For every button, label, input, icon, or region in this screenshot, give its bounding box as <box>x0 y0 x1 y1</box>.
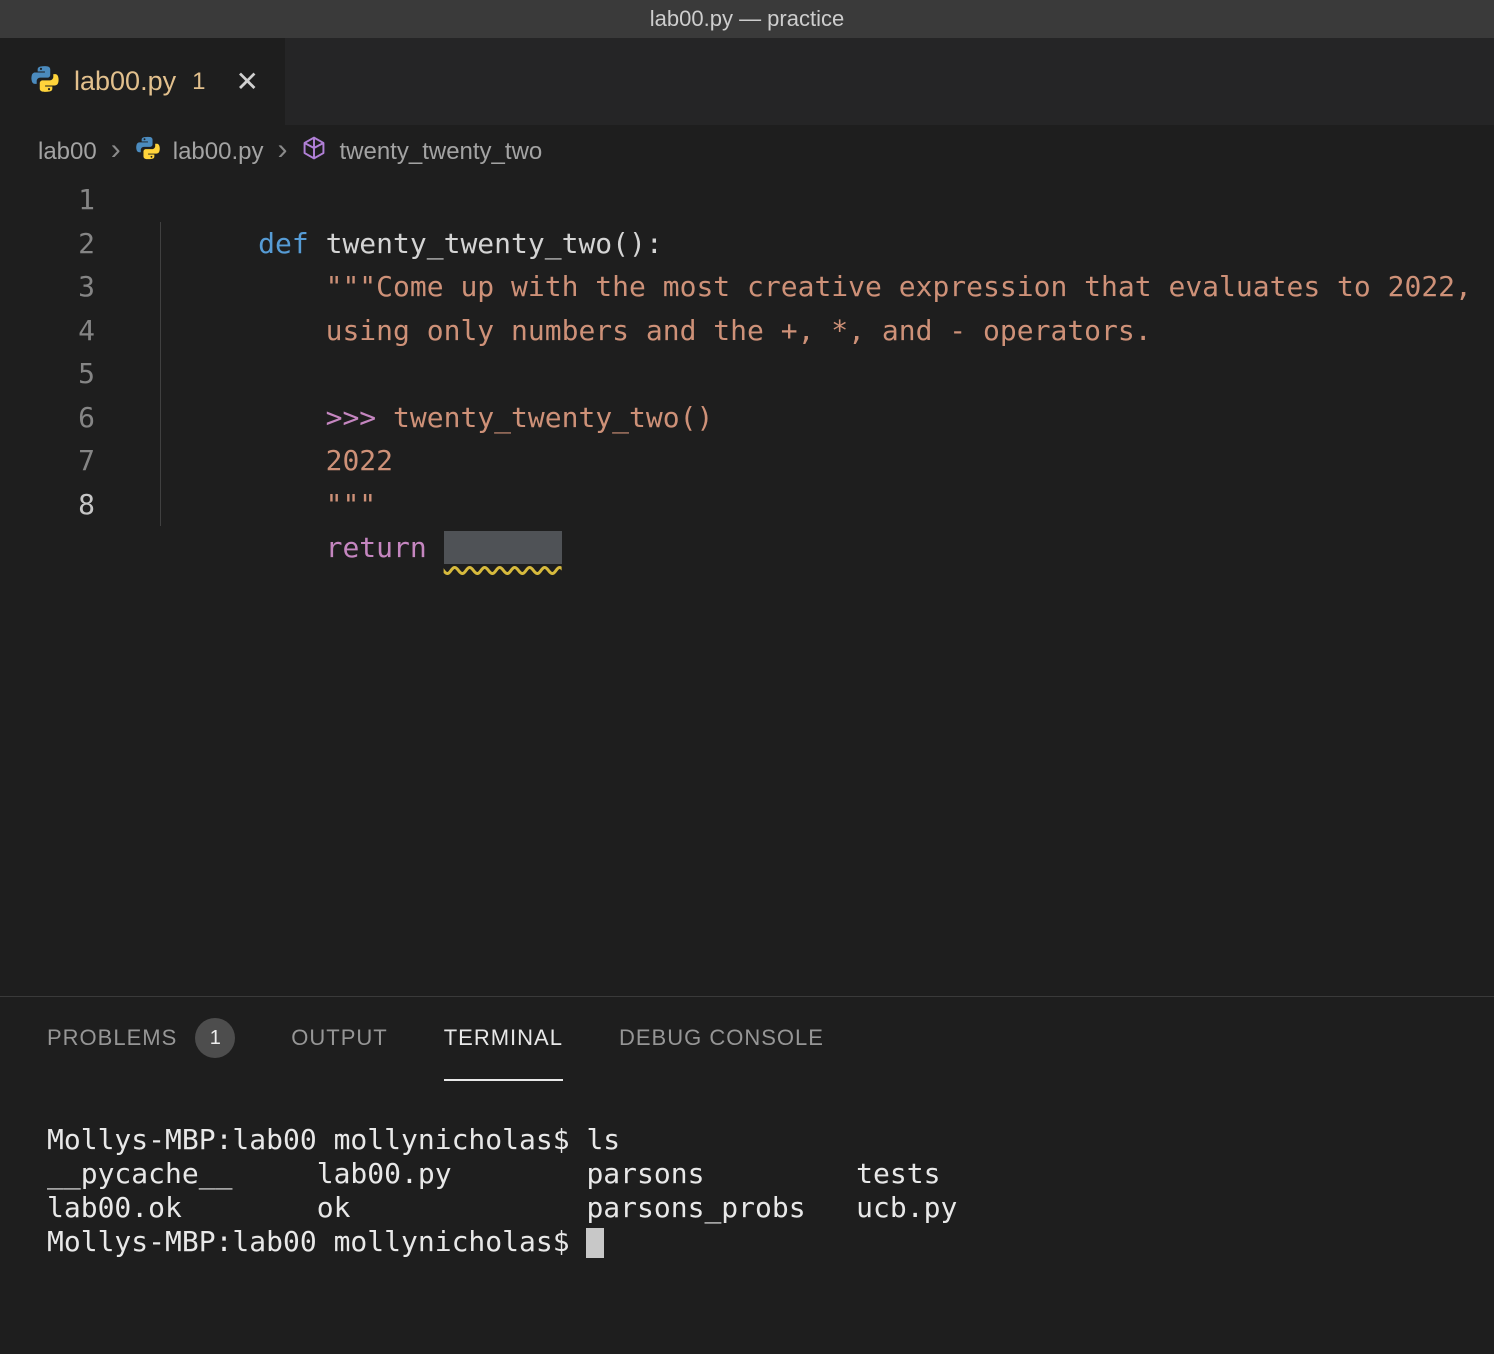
tab-problem-count: 1 <box>192 68 205 96</box>
python-icon <box>135 135 161 168</box>
line-number: 2 <box>0 222 95 266</box>
chevron-right-icon: › <box>109 135 123 169</box>
line-number: 6 <box>0 396 95 440</box>
tab-label: lab00.py <box>74 66 176 97</box>
editor-tab-strip: lab00.py 1 ✕ <box>0 38 1494 125</box>
close-icon[interactable]: ✕ <box>235 68 258 96</box>
window-title: lab00.py — practice <box>650 6 844 32</box>
code-line-8[interactable]: 8 return <box>0 483 1494 527</box>
tab-output[interactable]: OUTPUT <box>291 997 387 1081</box>
terminal-prompt-line: Mollys-MBP:lab00 mollynicholas$ <box>47 1225 1494 1259</box>
tab-terminal[interactable]: TERMINAL <box>444 997 563 1081</box>
code-line-7[interactable]: 7 """ <box>0 439 1494 483</box>
line-number: 7 <box>0 439 95 483</box>
panel-tab-label: OUTPUT <box>291 1025 387 1051</box>
breadcrumb-file[interactable]: lab00.py <box>173 138 264 166</box>
panel-tab-label: DEBUG CONSOLE <box>619 1025 824 1051</box>
tab-lab00-py[interactable]: lab00.py 1 ✕ <box>0 38 285 125</box>
tab-debug-console[interactable]: DEBUG CONSOLE <box>619 997 824 1081</box>
breadcrumb-symbol[interactable]: twenty_twenty_two <box>339 138 542 166</box>
breadcrumb-folder[interactable]: lab00 <box>38 138 97 166</box>
code-line-1[interactable]: 1 def twenty_twenty_two(): <box>0 178 1494 222</box>
code-line-6[interactable]: 6 2022 <box>0 396 1494 440</box>
line-number: 5 <box>0 352 95 396</box>
bottom-panel: PROBLEMS 1 OUTPUT TERMINAL DEBUG CONSOLE… <box>0 996 1494 1354</box>
indent-guide <box>160 222 161 526</box>
terminal-line: __pycache__ lab00.py parsons tests <box>47 1157 1494 1191</box>
terminal-line: lab00.ok ok parsons_probs ucb.py <box>47 1191 1494 1225</box>
symbol-namespace-icon <box>301 135 327 168</box>
code-editor[interactable]: 1 def twenty_twenty_two(): 2 """Come up … <box>0 178 1494 996</box>
breadcrumb: lab00 › lab00.py › twenty_twenty_two <box>0 125 1494 178</box>
tab-problems[interactable]: PROBLEMS 1 <box>47 997 235 1081</box>
code-token <box>258 531 325 564</box>
panel-tab-label: TERMINAL <box>444 1025 563 1051</box>
terminal-cursor <box>586 1228 604 1258</box>
terminal-prompt: Mollys-MBP:lab00 mollynicholas$ <box>47 1225 586 1258</box>
line-number: 1 <box>0 178 95 222</box>
title-bar: lab00.py — practice <box>0 0 1494 38</box>
line-number: 8 <box>0 483 95 527</box>
line-number: 3 <box>0 265 95 309</box>
snippet-placeholder-selection[interactable] <box>444 531 562 564</box>
code-token: return <box>326 531 427 564</box>
chevron-right-icon: › <box>275 135 289 169</box>
problems-count-badge: 1 <box>195 1018 235 1058</box>
code-token: twenty_twenty_two() <box>376 401 713 434</box>
code-token <box>427 531 444 564</box>
panel-tab-label: PROBLEMS <box>47 1025 177 1051</box>
code-token: using only numbers and the +, *, and - o… <box>258 314 1151 347</box>
terminal-output[interactable]: Mollys-MBP:lab00 mollynicholas$ ls __pyc… <box>0 1081 1494 1259</box>
terminal-line: Mollys-MBP:lab00 mollynicholas$ ls <box>47 1123 1494 1157</box>
code-line-2[interactable]: 2 """Come up with the most creative expr… <box>0 222 1494 266</box>
code-line-5[interactable]: 5 >>> twenty_twenty_two() <box>0 352 1494 396</box>
line-number: 4 <box>0 309 95 353</box>
python-icon <box>30 64 60 99</box>
panel-tab-bar: PROBLEMS 1 OUTPUT TERMINAL DEBUG CONSOLE <box>0 997 1494 1081</box>
